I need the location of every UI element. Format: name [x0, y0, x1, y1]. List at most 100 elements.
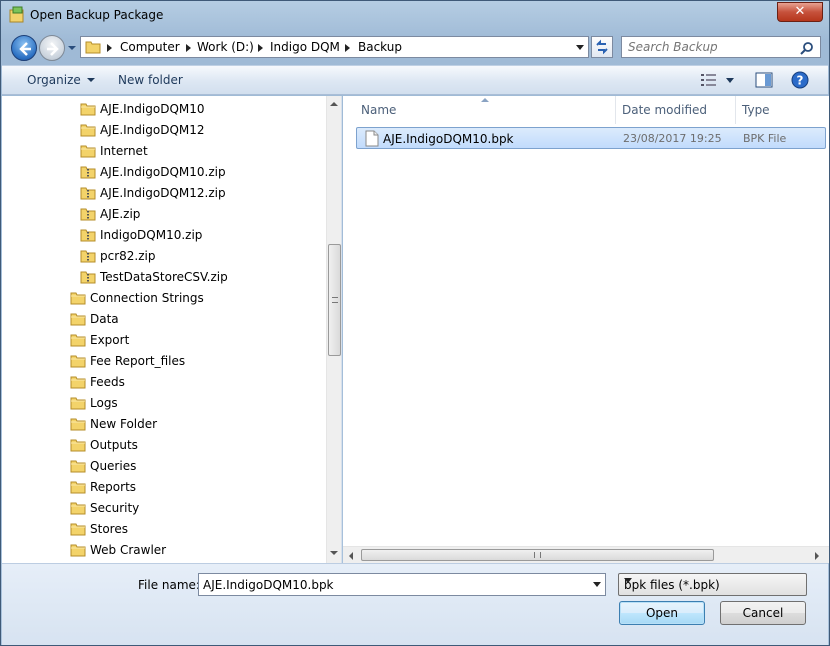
chevron-down-icon [86, 78, 95, 82]
scroll-left-icon[interactable] [349, 552, 353, 560]
close-button[interactable]: ✕ [777, 2, 823, 22]
zip-folder-icon [80, 164, 96, 183]
tree-item-label: Reports [90, 480, 137, 494]
tree-item-label: IndigoDQM10.zip [100, 228, 203, 242]
column-type-label: Type [742, 103, 770, 117]
folder-icon [85, 41, 101, 54]
chevron-down-icon [624, 578, 632, 583]
folder-icon [70, 416, 86, 435]
tree-item-label: AJE.IndigoDQM12 [100, 123, 205, 137]
search-input[interactable] [628, 38, 798, 56]
preview-pane-icon[interactable] [755, 72, 773, 88]
zip-folder-icon [80, 248, 96, 267]
open-backup-package-dialog: Open Backup Package ✕ Computer Work (D:)… [0, 0, 830, 646]
tree-item-label: Fee Report_files [90, 354, 186, 368]
folder-icon [80, 101, 96, 120]
folder-icon [80, 143, 96, 162]
folder-icon [70, 290, 86, 309]
view-dropdown-icon[interactable] [725, 77, 735, 85]
tree-item-label: Logs [90, 396, 118, 410]
scroll-up-icon[interactable] [330, 102, 338, 106]
organize-button[interactable]: Organize [27, 73, 95, 87]
folder-icon [70, 374, 86, 393]
tree-item-label: AJE.IndigoDQM12.zip [100, 186, 226, 200]
cancel-button[interactable]: Cancel [720, 601, 806, 625]
file-type-filter-value: bpk files (*.bpk) [624, 578, 720, 592]
title-bar: Open Backup Package ✕ [1, 1, 829, 31]
scroll-thumb[interactable] [328, 244, 341, 356]
grip-icon [534, 552, 541, 558]
address-dropdown-icon[interactable] [576, 45, 584, 50]
help-icon[interactable]: ? [791, 71, 809, 89]
file-name-field[interactable] [198, 573, 606, 596]
tree-item-label: Web Crawler [90, 543, 167, 557]
breadcrumb-separator-icon[interactable] [107, 44, 112, 52]
file-row[interactable]: AJE.IndigoDQM10.bpk 23/08/2017 19:25 BPK… [356, 127, 826, 149]
zip-folder-icon [80, 206, 96, 225]
zip-folder-icon [80, 185, 96, 204]
tree-item-label: Outputs [90, 438, 138, 452]
folder-icon [70, 437, 86, 456]
tree-item-label: Stores [90, 522, 128, 536]
folder-icon [70, 458, 86, 477]
tree-item-label: AJE.IndigoDQM10.zip [100, 165, 226, 179]
address-bar[interactable]: Computer Work (D:) Indigo DQM Backup [80, 36, 589, 58]
recent-pages-dropdown[interactable] [67, 43, 77, 53]
column-header-date-modified[interactable]: Date modified [616, 96, 735, 124]
scroll-right-icon[interactable] [815, 552, 819, 560]
column-header-type[interactable]: Type [736, 96, 829, 124]
view-options-icon[interactable] [700, 73, 718, 87]
back-button[interactable] [11, 35, 37, 61]
file-name-input[interactable] [203, 575, 583, 594]
back-arrow-icon [19, 42, 31, 56]
search-box[interactable] [621, 36, 821, 58]
file-list-scrollbar[interactable] [343, 546, 829, 563]
file-type-filter[interactable]: bpk files (*.bpk) [618, 573, 807, 596]
breadcrumb-work-drive[interactable]: Work (D:) [197, 40, 254, 54]
file-name: AJE.IndigoDQM10.bpk [383, 132, 514, 146]
breadcrumb-computer[interactable]: Computer [120, 40, 180, 54]
breadcrumb-separator-icon[interactable] [345, 44, 350, 52]
folder-icon [70, 500, 86, 519]
folder-icon [70, 332, 86, 351]
bottom-panel: File name: bpk files (*.bpk) Open Cancel [2, 563, 828, 645]
breadcrumb-separator-icon[interactable] [258, 44, 263, 52]
navigation-scrollbar[interactable] [326, 96, 341, 563]
tree-item-label: Queries [90, 459, 137, 473]
svg-text:?: ? [797, 74, 804, 88]
forward-arrow-icon [47, 42, 59, 56]
new-folder-button[interactable]: New folder [118, 73, 183, 87]
file-icon [365, 130, 379, 147]
folder-icon [70, 521, 86, 540]
tree-item-label: AJE.IndigoDQM10 [100, 102, 205, 116]
open-button[interactable]: Open [619, 601, 705, 625]
column-header-name[interactable]: Name [355, 96, 615, 124]
file-list-pane[interactable]: Name Date modified Type AJE.IndigoDQM10.… [343, 96, 829, 563]
breadcrumb-separator-icon[interactable] [186, 44, 191, 52]
tree-item-label: Data [90, 312, 119, 326]
scroll-down-icon[interactable] [330, 551, 338, 555]
folder-icon [70, 353, 86, 372]
file-date-modified: 23/08/2017 19:25 [623, 132, 722, 145]
scroll-thumb[interactable] [361, 549, 714, 561]
tree-item-label: TestDataStoreCSV.zip [100, 270, 228, 284]
grip-icon [332, 297, 338, 303]
column-name-label: Name [361, 103, 397, 117]
command-toolbar: Organize New folder ? [2, 65, 828, 95]
refresh-button[interactable] [591, 36, 613, 58]
tree-item-label: Feeds [90, 375, 125, 389]
breadcrumb-backup[interactable]: Backup [358, 40, 402, 54]
tree-item-label: AJE.zip [100, 207, 141, 221]
file-name-dropdown-icon[interactable] [593, 582, 601, 587]
folder-icon [70, 395, 86, 414]
tree-item-label: Connection Strings [90, 291, 204, 305]
organize-label: Organize [27, 73, 81, 87]
folder-icon [80, 122, 96, 141]
navigation-pane[interactable]: AJE.IndigoDQM10 AJE.IndigoDQM12 Internet AJ… [2, 96, 342, 563]
folder-icon [70, 311, 86, 330]
file-name-label: File name: [138, 578, 200, 592]
forward-button[interactable] [39, 35, 65, 61]
window-title: Open Backup Package [30, 8, 164, 22]
search-icon[interactable] [800, 41, 814, 55]
breadcrumb-indigo-dqm[interactable]: Indigo DQM [270, 40, 340, 54]
